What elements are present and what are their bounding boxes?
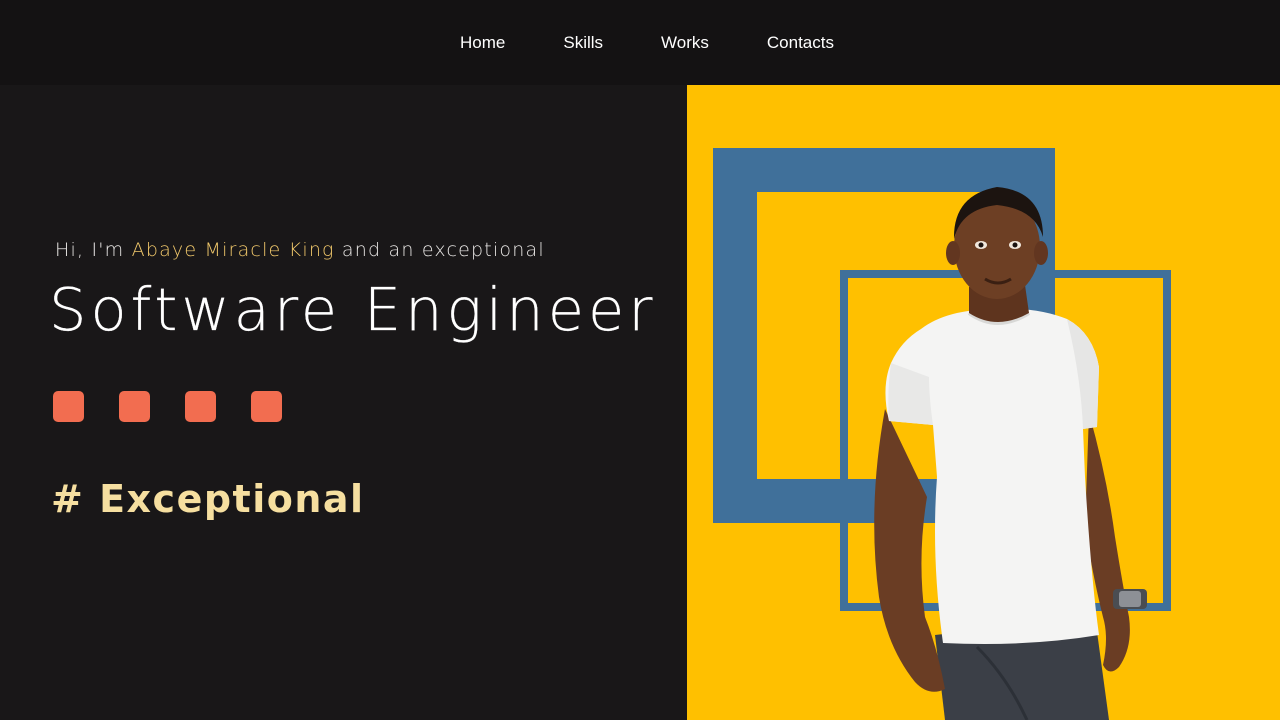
role-title: Software Engineer — [49, 275, 657, 344]
nav-link-home[interactable]: Home — [431, 33, 534, 53]
nav-links: Home Skills Works Contacts — [431, 33, 863, 53]
nav-link-skills[interactable]: Skills — [534, 33, 632, 53]
owner-name: Abaye Miracle King — [131, 239, 335, 261]
decorative-squares — [53, 391, 282, 422]
intro-suffix: and an exceptional — [334, 239, 545, 261]
decorative-square — [251, 391, 282, 422]
hero-image-panel — [687, 85, 1280, 720]
tagline: # Exceptional — [51, 477, 365, 521]
hero-text-panel: Hi, I'm Abaye Miracle King and an except… — [0, 85, 687, 720]
decorative-square — [185, 391, 216, 422]
nav-link-works[interactable]: Works — [632, 33, 738, 53]
intro-prefix: Hi, I'm — [55, 239, 132, 261]
top-nav: Home Skills Works Contacts — [0, 0, 1280, 85]
intro-text: Hi, I'm Abaye Miracle King and an except… — [55, 239, 545, 261]
decorative-square — [119, 391, 150, 422]
decorative-square — [53, 391, 84, 422]
portrait-photo — [874, 187, 1147, 720]
nav-link-contacts[interactable]: Contacts — [738, 33, 863, 53]
